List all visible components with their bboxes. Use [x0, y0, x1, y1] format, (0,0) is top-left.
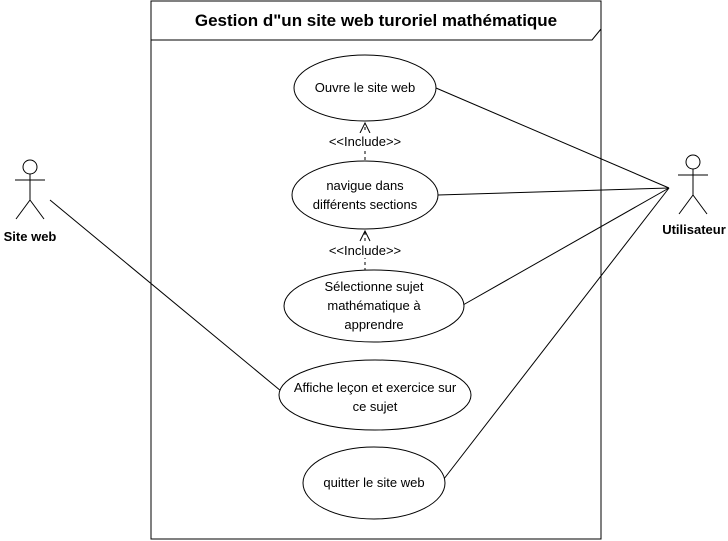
association-siteweb-affiche	[49, 199, 288, 397]
actor-label-utilisateur: Utilisateur	[662, 222, 726, 237]
use-case-diagram: Gestion d"un site web turoriel mathémati…	[4, 0, 726, 540]
use-case-label-affiche-1: Affiche leçon et exercice sur	[294, 380, 457, 395]
use-case-label-navigue-2: différents sections	[313, 197, 418, 212]
use-case-label-selectionne-3: apprendre	[344, 317, 403, 332]
use-case-label-navigue-1: navigue dans	[326, 178, 404, 193]
use-case-label-affiche-2: ce sujet	[353, 399, 398, 414]
association-utilisateur-navigue	[437, 187, 670, 196]
use-case-label-ouvre: Ouvre le site web	[315, 80, 415, 95]
include-label-1: <<Include>>	[329, 134, 401, 149]
use-case-label-selectionne-1: Sélectionne sujet	[324, 279, 423, 294]
association-utilisateur-quitter	[439, 187, 670, 485]
stick-figure-icon	[678, 154, 708, 215]
stick-figure-icon	[15, 159, 45, 220]
use-case-selectionne[interactable]: Sélectionne sujet mathématique à apprend…	[283, 269, 465, 343]
use-case-navigue[interactable]: navigue dans différents sections	[291, 160, 439, 230]
actor-site-web[interactable]: Site web	[4, 159, 57, 244]
actor-utilisateur[interactable]: Utilisateur	[662, 154, 726, 237]
association-utilisateur-selectionne	[462, 187, 670, 306]
association-utilisateur-ouvre	[435, 87, 670, 189]
use-case-label-quitter: quitter le site web	[323, 475, 424, 490]
use-case-label-selectionne-2: mathématique à	[327, 298, 421, 313]
use-case-affiche[interactable]: Affiche leçon et exercice sur ce sujet	[278, 359, 472, 431]
use-case-quitter[interactable]: quitter le site web	[302, 446, 446, 520]
system-title: Gestion d"un site web turoriel mathémati…	[195, 11, 557, 30]
use-case-ouvre[interactable]: Ouvre le site web	[293, 54, 437, 122]
include-label-2: <<Include>>	[329, 243, 401, 258]
actor-label-site-web: Site web	[4, 229, 57, 244]
